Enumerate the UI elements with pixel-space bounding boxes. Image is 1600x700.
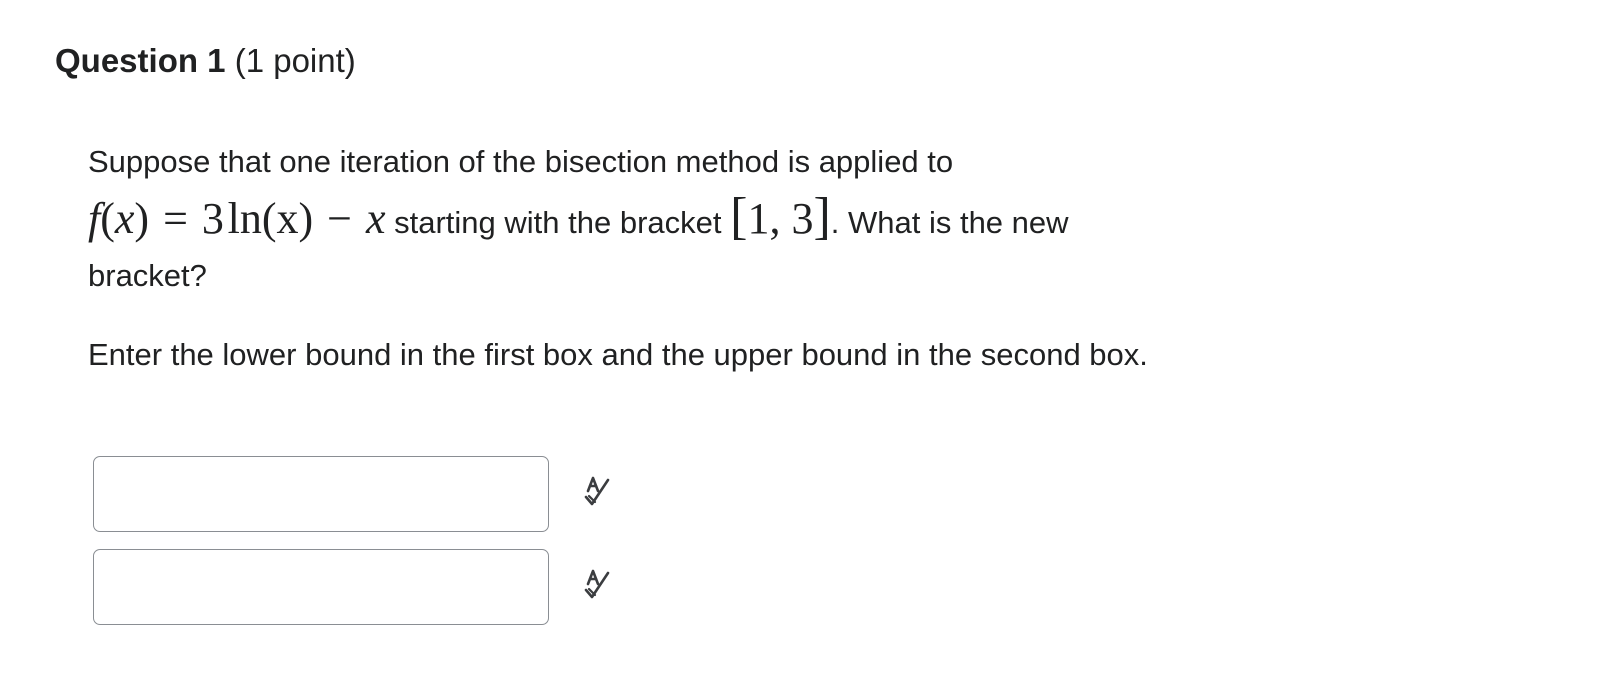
prompt-text-end: . What is the new (830, 205, 1069, 240)
math-minus: − (327, 194, 352, 243)
prompt-line-2: f(x) = 3 ln(x) − x starting with the bracket… (88, 190, 1388, 247)
prompt-line-1: Suppose that one iteration of the bisect… (88, 144, 954, 179)
question-points: (1 point) (234, 42, 356, 79)
math-coefficient: 3 (201, 194, 224, 243)
math-expression: f(x) = 3 ln(x) − x (88, 194, 386, 243)
lower-bound-input[interactable] (93, 456, 549, 532)
math-function-name: f (88, 194, 101, 243)
prompt-line-3: bracket? (88, 258, 207, 293)
math-variable: x (114, 194, 135, 243)
bracket-close: ] (813, 188, 831, 245)
math-variable-2: x (365, 194, 386, 243)
math-equals: = (163, 194, 188, 243)
math-paren-close: ) (134, 194, 150, 243)
spell-check-icon[interactable] (578, 474, 618, 514)
question-title: Question 1 (55, 42, 226, 79)
bracket-open: [ (730, 188, 748, 245)
bracket-values: 1, 3 (747, 194, 814, 243)
question-prompt: Suppose that one iteration of the bisect… (88, 133, 1388, 304)
math-ln: ln (227, 194, 262, 243)
math-paren-open: ( (100, 194, 115, 243)
prompt-text-mid: starting with the bracket (385, 205, 731, 240)
instruction-text: Enter the lower bound in the first box a… (88, 337, 1148, 372)
math-bracket: [1, 3] (730, 191, 831, 244)
upper-bound-input[interactable] (93, 549, 549, 625)
question-header: Question 1 (1 point) (55, 38, 356, 84)
spell-check-icon[interactable] (578, 567, 618, 607)
math-ln-argument: (x) (261, 194, 314, 243)
